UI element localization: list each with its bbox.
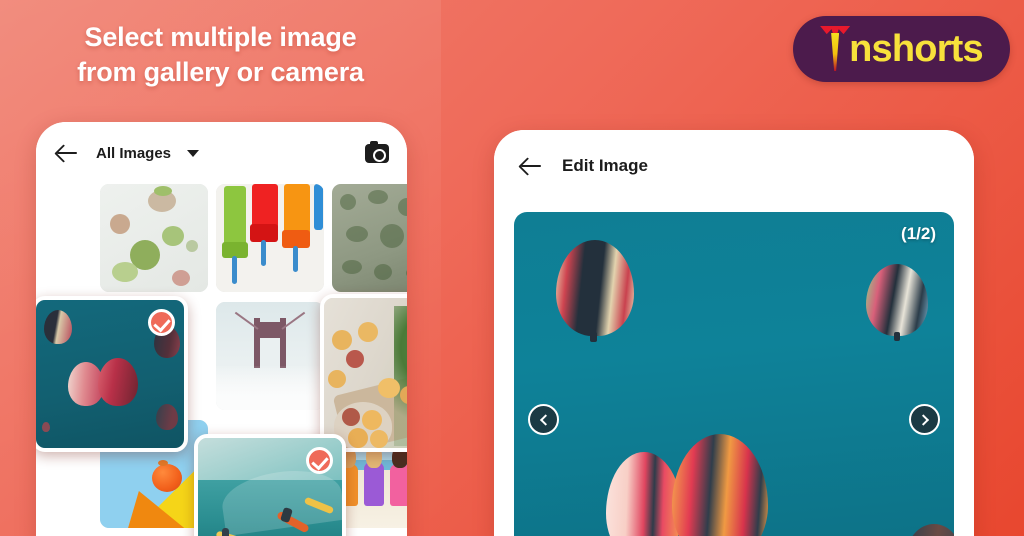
chevron-down-icon[interactable]	[187, 149, 200, 157]
chevron-right-circle-icon[interactable]	[909, 404, 940, 435]
camera-icon[interactable]	[365, 140, 389, 163]
selection-check-icon[interactable]	[306, 447, 333, 474]
arrow-left-icon[interactable]	[518, 153, 544, 179]
list-item[interactable]	[332, 184, 407, 292]
gallery-topbar: All Images	[36, 122, 407, 184]
headline-line-2: from gallery or camera	[77, 56, 364, 87]
balloon-top-left	[556, 240, 634, 336]
image-viewer[interactable]: (1/2)	[514, 212, 954, 536]
image-counter: (1/2)	[901, 224, 936, 243]
balloon-top-right	[866, 264, 928, 336]
list-item[interactable]	[194, 434, 346, 536]
promo-screenshot: Select multiple image from gallery or ca…	[0, 0, 1024, 536]
brand-logo-badge: nshorts	[793, 16, 1010, 82]
gallery-title[interactable]: All Images	[96, 145, 171, 162]
headline-line-1: Select multiple image	[84, 22, 357, 52]
list-item[interactable]	[320, 294, 407, 452]
balloon-basket	[590, 332, 597, 342]
gallery-grid	[36, 182, 407, 536]
balloon-bottom-right	[906, 524, 954, 536]
arrow-left-icon[interactable]	[54, 140, 80, 166]
list-item[interactable]	[216, 302, 324, 410]
list-item[interactable]	[216, 184, 324, 292]
balloon-bottom-center	[672, 434, 768, 536]
list-item[interactable]	[100, 184, 208, 292]
phone-mockup-gallery: All Images	[36, 122, 407, 536]
page-title: Select multiple image from gallery or ca…	[0, 20, 441, 89]
editor-title: Edit Image	[562, 156, 648, 175]
balloon-basket	[894, 332, 900, 341]
list-item[interactable]	[36, 296, 188, 452]
selection-check-icon[interactable]	[148, 309, 175, 336]
chevron-left-circle-icon[interactable]	[528, 404, 559, 435]
phone-mockup-editor: Edit Image (1/2)	[494, 130, 974, 536]
balloon-bottom-left	[606, 452, 682, 536]
brand-name: nshorts	[849, 28, 984, 70]
editor-topbar: Edit Image	[494, 130, 974, 202]
inshorts-mark-icon	[820, 26, 851, 72]
